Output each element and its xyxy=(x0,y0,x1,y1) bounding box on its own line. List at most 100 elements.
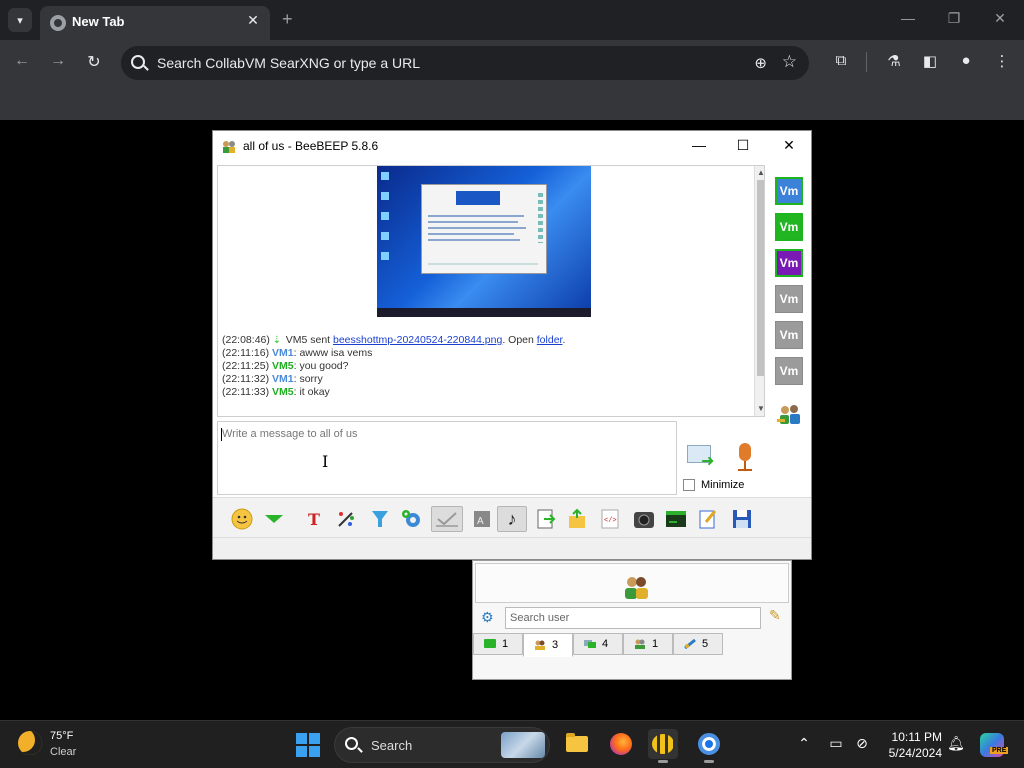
profile-avatar-icon[interactable]: ● xyxy=(955,52,977,69)
notification-bell-icon[interactable]: 🔔︎ xyxy=(946,735,966,752)
tab-network[interactable]: 5 xyxy=(673,633,723,655)
edit-notes-button[interactable] xyxy=(695,506,721,532)
address-bar[interactable]: Search CollabVM SearXNG or type a URL ⊕ … xyxy=(121,46,809,80)
restore-window-icon[interactable]: ❐ xyxy=(944,10,964,27)
minimize-window-icon[interactable]: — xyxy=(898,10,918,26)
spell-check-button[interactable] xyxy=(431,506,463,532)
search-options-gear-icon[interactable]: ⚙ xyxy=(481,609,494,626)
html-mode-button[interactable]: </> xyxy=(597,506,623,532)
document-arrow-icon xyxy=(537,509,556,529)
zoom-icon[interactable]: ⊕ xyxy=(754,54,767,72)
taskbar-search-label: Search xyxy=(371,738,413,753)
bookmark-star-icon[interactable]: ☆ xyxy=(782,52,797,72)
network-status-icon[interactable]: ⊘ xyxy=(852,735,872,752)
settings-button[interactable] xyxy=(399,506,425,532)
message-author[interactable]: VM1 xyxy=(272,373,294,385)
scroll-down-icon[interactable]: ▼ xyxy=(757,404,764,413)
close-window-icon[interactable]: ✕ xyxy=(990,10,1010,27)
clock-date: 5/24/2024 xyxy=(888,746,942,760)
start-button[interactable] xyxy=(296,733,320,757)
message-author[interactable]: VM5 xyxy=(272,386,294,398)
tab-groups[interactable]: 4 xyxy=(573,633,623,655)
forward-arrow-icon[interactable]: → xyxy=(48,52,68,70)
close-tab-icon[interactable]: ✕ xyxy=(244,12,262,29)
shared-screenshot-image[interactable] xyxy=(377,166,591,317)
file-explorer-button[interactable] xyxy=(562,729,592,759)
folder-link[interactable]: folder xyxy=(537,334,563,346)
tab-users[interactable]: 3 xyxy=(523,633,573,657)
users-group-icon xyxy=(625,577,648,599)
message-author[interactable]: VM1 xyxy=(272,347,294,359)
save-chat-button[interactable] xyxy=(533,506,559,532)
tab-chats[interactable]: 1 xyxy=(473,633,523,655)
text-font-icon: T xyxy=(308,509,320,529)
font-style-button[interactable]: T xyxy=(301,506,327,532)
globe-icon xyxy=(50,15,66,31)
minimize-checkbox[interactable]: Minimize xyxy=(683,479,744,491)
chat-maximize-icon[interactable]: ☐ xyxy=(733,137,753,154)
scroll-up-icon[interactable]: ▲ xyxy=(757,168,764,177)
groups-icon xyxy=(584,640,596,648)
new-tab-plus-icon[interactable]: + xyxy=(282,9,293,30)
tab-group-chats[interactable]: 1 xyxy=(623,633,673,655)
filter-button[interactable] xyxy=(367,506,393,532)
screenshot-desktop-icons xyxy=(381,172,389,272)
firefox-button[interactable] xyxy=(606,729,636,759)
sound-notification-button[interactable]: ♪ xyxy=(497,506,527,532)
green-chevron-icon xyxy=(265,515,283,523)
save-as-button[interactable] xyxy=(729,506,755,532)
scroll-thumb[interactable] xyxy=(757,180,764,376)
minimize-checkbox-box[interactable] xyxy=(683,479,695,491)
chrome-taskbar-button[interactable] xyxy=(694,729,724,763)
chat-close-icon[interactable]: ✕ xyxy=(779,137,799,154)
terminal-icon xyxy=(666,511,686,527)
taskbar-search[interactable]: Search xyxy=(334,727,550,763)
floppy-disk-icon xyxy=(733,510,751,528)
message-author[interactable]: VM5 xyxy=(272,360,294,372)
beebeep-taskbar-button[interactable] xyxy=(648,729,678,763)
member-avatar[interactable]: Vm xyxy=(775,285,803,313)
labs-flask-icon[interactable]: ⚗ xyxy=(883,52,905,70)
voice-message-button[interactable] xyxy=(733,441,757,475)
extensions-icon[interactable]: ⧉ xyxy=(830,52,852,69)
clear-search-broom-icon[interactable]: ✎ xyxy=(769,607,781,624)
search-user-input[interactable]: Search user xyxy=(505,607,761,629)
show-hidden-icons-chevron[interactable]: ⌃ xyxy=(794,735,814,752)
address-bar-text: Search CollabVM SearXNG or type a URL xyxy=(157,55,420,71)
reload-icon[interactable]: ↻ xyxy=(84,52,104,72)
group-members-icon[interactable] xyxy=(777,403,803,427)
member-avatar[interactable]: Vm xyxy=(775,357,803,385)
windows-taskbar: 75°F Clear Search ⌃ ▭ ⊘ 10:11 PM 5/24/20… xyxy=(0,720,1024,768)
send-button[interactable]: ➜ xyxy=(685,441,719,470)
message-input[interactable]: Write a message to all of us I xyxy=(217,421,677,495)
side-panel-icon[interactable]: ◧ xyxy=(919,52,941,70)
copilot-button[interactable]: PRE xyxy=(980,733,1009,757)
send-file-button[interactable] xyxy=(565,506,591,532)
font-color-button[interactable] xyxy=(333,506,359,532)
chat-scrollbar[interactable]: ▲ ▼ xyxy=(754,166,764,416)
tab-search-button[interactable]: ▾ xyxy=(8,8,32,32)
chat-log[interactable]: (22:08:46) ⇣ VM5 sent beesshottmp-202405… xyxy=(217,165,765,417)
screenshot-taskbar xyxy=(377,308,591,317)
beebeep-chat-window: all of us - BeeBEEP 5.8.6 — ☐ ✕ (22:08:4… xyxy=(212,130,812,560)
svg-text:A: A xyxy=(477,516,484,527)
member-avatar[interactable]: Vm xyxy=(775,249,803,277)
tab-new-tab[interactable]: New Tab ✕ xyxy=(40,6,270,40)
emoticon-menu-button[interactable] xyxy=(261,506,287,532)
chat-window-titlebar[interactable]: all of us - BeeBEEP 5.8.6 — ☐ ✕ xyxy=(213,131,811,161)
weather-condition: Clear xyxy=(50,746,77,758)
display-icon[interactable]: ▭ xyxy=(826,735,846,752)
system-clock[interactable]: 10:11 PM 5/24/2024 xyxy=(880,729,942,761)
file-link[interactable]: beesshottmp-20240524-220844.png xyxy=(333,334,502,346)
terminal-button[interactable] xyxy=(663,506,689,532)
more-menu-icon[interactable]: ⋮ xyxy=(991,52,1013,70)
member-avatar[interactable]: Vm xyxy=(775,321,803,349)
screenshot-button[interactable] xyxy=(631,506,657,532)
word-completer-button[interactable]: A xyxy=(469,506,495,532)
member-avatar[interactable]: Vm xyxy=(775,177,803,205)
chat-minimize-icon[interactable]: — xyxy=(689,137,709,153)
chat-message: (22:11:32) VM1: sorry xyxy=(222,373,323,385)
member-avatar[interactable]: Vm xyxy=(775,213,803,241)
back-arrow-icon[interactable]: ← xyxy=(12,52,32,70)
emoticon-button[interactable] xyxy=(229,506,255,532)
